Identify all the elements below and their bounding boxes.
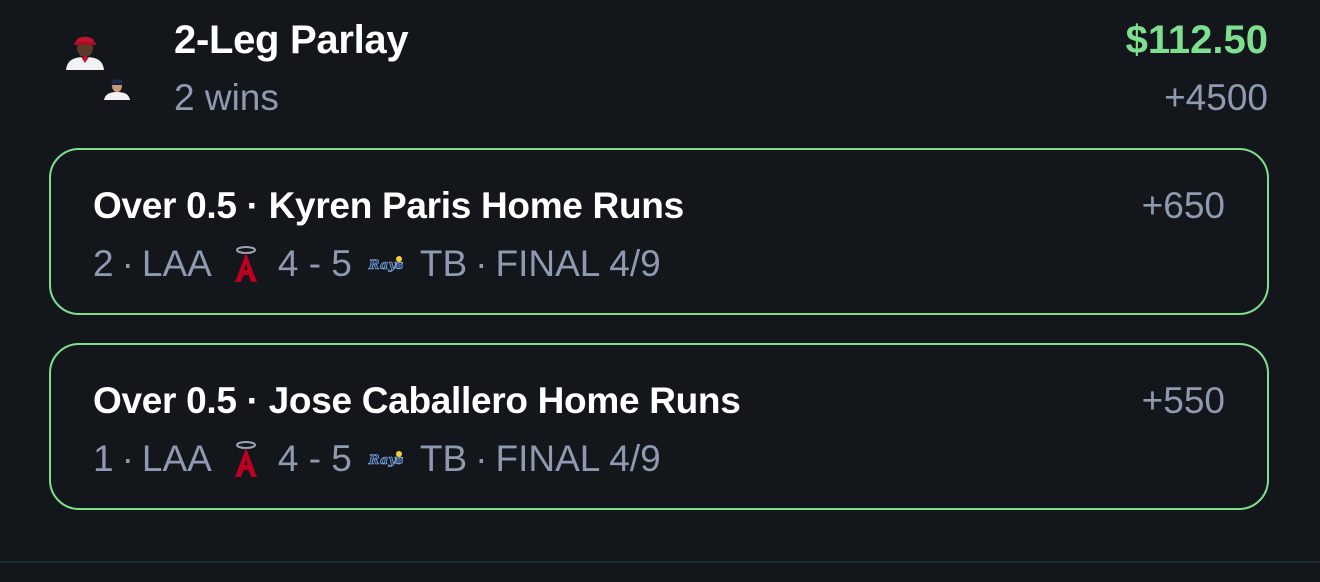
- divider: [0, 561, 1320, 563]
- leg-result-value: 2: [93, 243, 114, 284]
- game-status: FINAL 4/9: [495, 243, 661, 284]
- parlay-header[interactable]: 2-Leg Parlay 2 wins $112.50 +4500: [0, 0, 1320, 140]
- leg-title: Over 0.5 · Jose Caballero Home Runs: [93, 380, 741, 421]
- parlay-payout: $112.50: [1125, 18, 1268, 62]
- parlay-leg-card[interactable]: Over 0.5 · Kyren Paris Home Runs +650 2 …: [49, 148, 1269, 315]
- away-team: LAA: [141, 438, 212, 479]
- leg-game-line: 1 · LAA 4 - 5 Rays TB · FINAL 4/9: [93, 435, 661, 483]
- rays-logo-icon: Rays: [367, 451, 404, 468]
- parlay-result-count: 2 wins: [174, 77, 279, 118]
- separator-dot: ·: [475, 438, 488, 479]
- separator-dot: ·: [121, 243, 134, 284]
- away-team: LAA: [141, 243, 212, 284]
- leg-game-line: 2 · LAA 4 - 5 Rays TB · FINAL 4/9: [93, 240, 661, 288]
- home-team: TB: [419, 438, 468, 479]
- leg-odds: +550: [1141, 380, 1225, 421]
- angels-logo-icon: [234, 441, 257, 477]
- parlay-title: 2-Leg Parlay: [174, 18, 409, 62]
- leg-odds: +650: [1141, 185, 1225, 226]
- leg-result-value: 1: [93, 438, 114, 479]
- leg-title: Over 0.5 · Kyren Paris Home Runs: [93, 185, 684, 226]
- game-score: 4 - 5: [277, 438, 352, 479]
- parlay-odds: +4500: [1164, 77, 1268, 118]
- game-score: 4 - 5: [277, 243, 352, 284]
- game-status: FINAL 4/9: [495, 438, 661, 479]
- home-team: TB: [419, 243, 468, 284]
- player-avatar-icon: [104, 79, 130, 100]
- angels-logo-icon: [234, 246, 257, 282]
- rays-logo-icon: Rays: [367, 256, 404, 273]
- separator-dot: ·: [121, 438, 134, 479]
- player-avatar-icon: [66, 36, 104, 70]
- parlay-leg-card[interactable]: Over 0.5 · Jose Caballero Home Runs +550…: [49, 343, 1269, 510]
- separator-dot: ·: [475, 243, 488, 284]
